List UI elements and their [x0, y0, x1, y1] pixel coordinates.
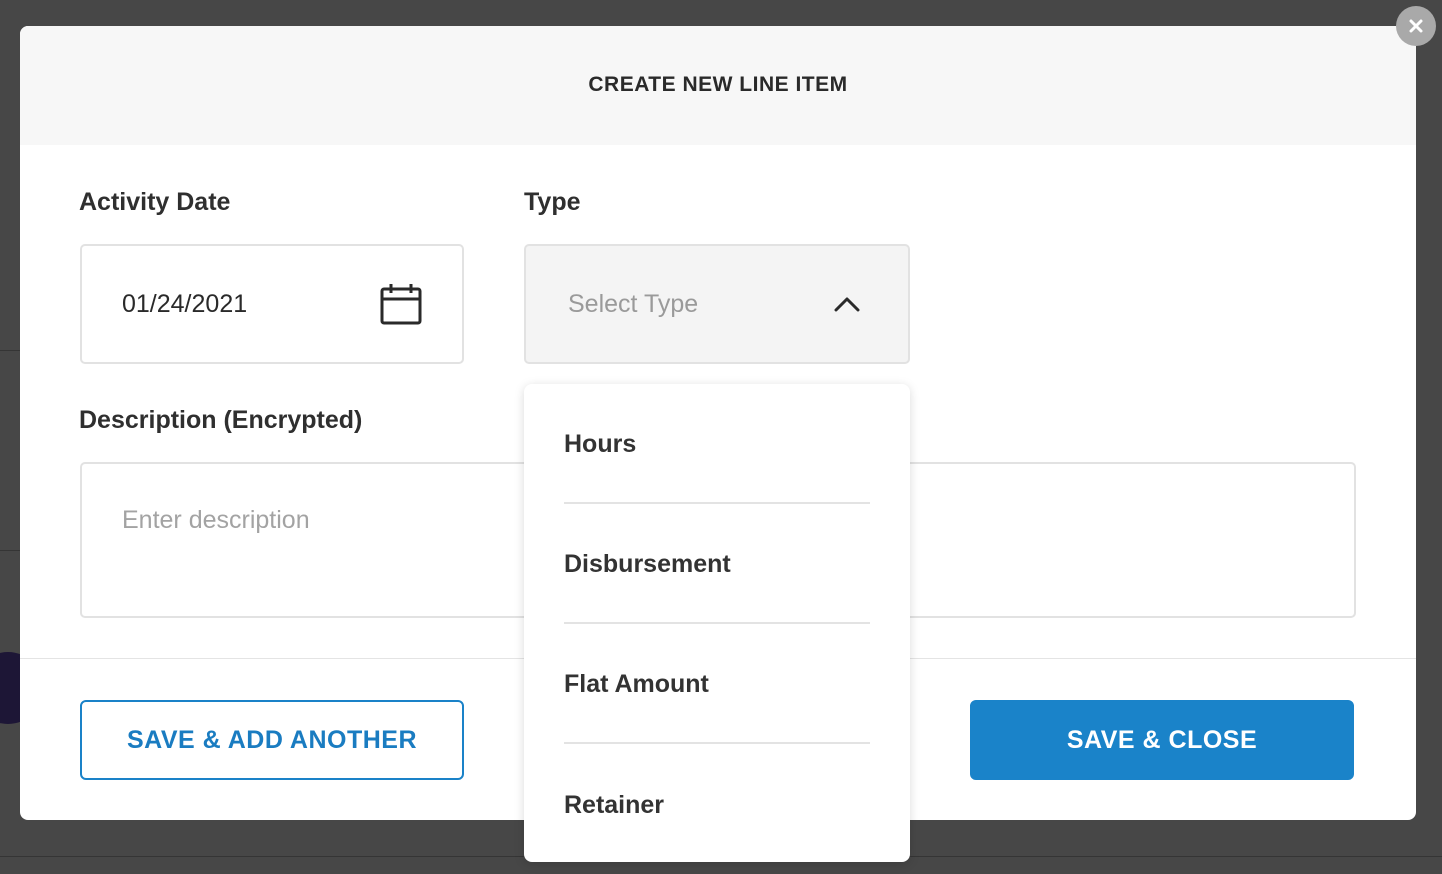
activity-date-label: Activity Date: [79, 188, 231, 216]
modal-title: CREATE NEW LINE ITEM: [588, 72, 848, 96]
type-placeholder: Select Type: [568, 289, 699, 318]
description-placeholder: Enter description: [122, 506, 310, 534]
calendar-icon[interactable]: [380, 283, 422, 325]
type-select[interactable]: Select Type: [524, 244, 910, 364]
modal-header: CREATE NEW LINE ITEM: [20, 26, 1416, 145]
activity-date-input[interactable]: 01/24/2021: [80, 244, 464, 364]
type-label: Type: [524, 188, 581, 216]
chevron-up-icon: [834, 297, 860, 312]
type-dropdown-menu: Hours Disbursement Flat Amount Retainer: [524, 384, 910, 862]
description-label: Description (Encrypted): [79, 406, 363, 434]
save-add-another-button[interactable]: SAVE & ADD ANOTHER: [80, 700, 464, 780]
type-option-retainer[interactable]: Retainer: [564, 744, 870, 864]
type-option-flat-amount[interactable]: Flat Amount: [564, 624, 870, 744]
close-modal-button[interactable]: [1396, 6, 1436, 46]
save-close-button[interactable]: SAVE & CLOSE: [970, 700, 1354, 780]
type-option-hours[interactable]: Hours: [564, 384, 870, 504]
type-option-disbursement[interactable]: Disbursement: [564, 504, 870, 624]
close-icon: [1409, 19, 1423, 33]
activity-date-value: 01/24/2021: [122, 289, 248, 318]
